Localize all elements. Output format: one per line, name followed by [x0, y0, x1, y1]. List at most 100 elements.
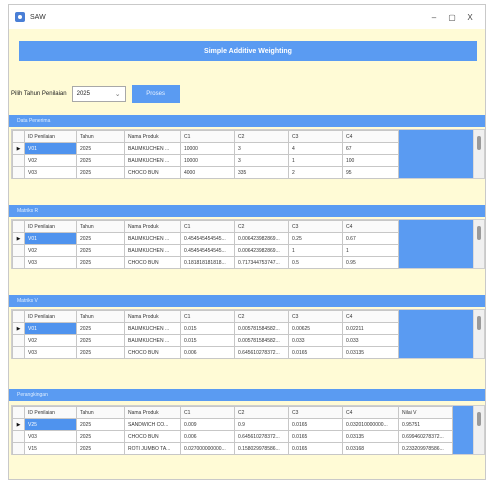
table-cell[interactable]: 0.158029978586...	[234, 442, 289, 455]
table-cell[interactable]: 2025	[76, 442, 125, 455]
table-row[interactable]: V03 2025 CHOCO BUN 0.181818181818... 0.71734…	[12, 256, 399, 269]
data-grid-matriks-r[interactable]: ID Penilaian Tahun Nama Produk C1 C2 C3 C4 ▶ V01…	[11, 219, 485, 269]
table-cell[interactable]: 2	[288, 166, 343, 179]
scrollbar-thumb[interactable]	[477, 136, 481, 150]
table-cell[interactable]: CHOCO BUN	[124, 346, 181, 359]
table-cell[interactable]: 2025	[76, 418, 125, 431]
row-header[interactable]	[12, 430, 25, 443]
table-cell[interactable]: 1	[288, 154, 343, 167]
table-row[interactable]: ▶ V01 2025 BAUMKUCHEN ... 10000 3 4 67	[12, 142, 399, 155]
table-cell[interactable]: 0.0165	[288, 442, 343, 455]
column-header[interactable]: C2	[234, 406, 289, 419]
table-cell[interactable]: V02	[24, 244, 77, 257]
row-header[interactable]	[12, 334, 25, 347]
column-header[interactable]: Nama Produk	[124, 130, 181, 143]
column-header[interactable]: ID Penilaian	[24, 130, 77, 143]
table-row[interactable]: V02 2025 BAUMKUCHEN ... 0.454545454545... 0.…	[12, 244, 399, 257]
table-cell[interactable]: CHOCO BUN	[124, 166, 181, 179]
maximize-button[interactable]: ▢	[443, 13, 461, 22]
table-row[interactable]: V03 2025 CHOCO BUN 0.006 0.645610278372... 0.…	[12, 346, 399, 359]
table-row[interactable]: ▶ V01 2025 BAUMKUCHEN ... 0.015 0.00578158458…	[12, 322, 399, 335]
table-cell[interactable]: 0.015	[180, 334, 235, 347]
column-header[interactable]: C2	[234, 130, 289, 143]
column-header[interactable]: ID Penilaian	[24, 310, 77, 323]
table-cell[interactable]: 2025	[76, 142, 125, 155]
column-header[interactable]: C1	[180, 220, 235, 233]
table-cell[interactable]: 2025	[76, 334, 125, 347]
table-cell[interactable]: 0.95751	[398, 418, 453, 431]
column-header[interactable]: C4	[342, 220, 399, 233]
table-cell[interactable]: 0.181818181818...	[180, 256, 235, 269]
column-header[interactable]: C2	[234, 220, 289, 233]
table-cell[interactable]: 0.006	[180, 430, 235, 443]
column-header[interactable]: C4	[342, 406, 399, 419]
row-header[interactable]: ▶	[12, 418, 25, 431]
scrollbar-thumb[interactable]	[477, 316, 481, 330]
column-header[interactable]: ID Penilaian	[24, 220, 77, 233]
row-header[interactable]: ▶	[12, 142, 25, 155]
table-cell[interactable]: 3	[234, 154, 289, 167]
column-header[interactable]: Tahun	[76, 310, 125, 323]
column-header[interactable]: C1	[180, 406, 235, 419]
table-cell[interactable]: 0.03135	[342, 430, 399, 443]
column-header[interactable]: C2	[234, 310, 289, 323]
table-cell[interactable]: 0.0165	[288, 346, 343, 359]
table-cell[interactable]: BAUMKUCHEN ...	[124, 244, 181, 257]
table-cell[interactable]: 0.95	[342, 256, 399, 269]
column-header[interactable]: C4	[342, 130, 399, 143]
table-cell[interactable]: BAUMKUCHEN ...	[124, 154, 181, 167]
vertical-scrollbar[interactable]	[473, 406, 484, 454]
table-row[interactable]: V03 2025 CHOCO BUN 4000 335 2 95	[12, 166, 399, 179]
column-header[interactable]: Tahun	[76, 220, 125, 233]
table-cell[interactable]: 0.67	[342, 232, 399, 245]
column-header[interactable]: Nilai V	[398, 406, 453, 419]
data-grid-data-penerima[interactable]: ID Penilaian Tahun Nama Produk C1 C2 C3 C4 ▶ V01…	[11, 129, 485, 179]
table-cell[interactable]: 0.027000000000...	[180, 442, 235, 455]
row-header[interactable]: ▶	[12, 232, 25, 245]
table-cell[interactable]: 0.645610278372...	[234, 346, 289, 359]
table-cell[interactable]: BAUMKUCHEN ...	[124, 334, 181, 347]
table-cell[interactable]: 0.454545454545...	[180, 232, 235, 245]
table-cell[interactable]: 4000	[180, 166, 235, 179]
table-row[interactable]: V02 2025 BAUMKUCHEN ... 0.015 0.005781584582…	[12, 334, 399, 347]
column-header[interactable]: C1	[180, 310, 235, 323]
table-cell[interactable]: 0.233209978586...	[398, 442, 453, 455]
table-row[interactable]: V02 2025 BAUMKUCHEN ... 10000 3 1 100	[12, 154, 399, 167]
column-header[interactable]: C3	[288, 220, 343, 233]
table-cell[interactable]: V03	[24, 256, 77, 269]
table-row[interactable]: V03 2025 CHOCO BUN 0.006 0.645610278372... 0.…	[12, 430, 453, 443]
table-cell[interactable]: CHOCO BUN	[124, 256, 181, 269]
table-cell[interactable]: 2025	[76, 244, 125, 257]
table-cell[interactable]: CHOCO BUN	[124, 430, 181, 443]
column-header[interactable]: Tahun	[76, 130, 125, 143]
table-cell[interactable]: 1	[342, 244, 399, 257]
table-cell[interactable]: 3	[234, 142, 289, 155]
table-cell[interactable]: 0.009	[180, 418, 235, 431]
table-cell[interactable]: V02	[24, 154, 77, 167]
row-header[interactable]	[12, 346, 25, 359]
table-cell[interactable]: 0.033	[342, 334, 399, 347]
table-cell[interactable]: 2025	[76, 232, 125, 245]
data-grid-perangkingan[interactable]: ID Penilaian Tahun Nama Produk C1 C2 C3 C4 Nila…	[11, 405, 485, 455]
table-cell[interactable]: 0.25	[288, 232, 343, 245]
table-cell[interactable]: 0.005781584582...	[234, 334, 289, 347]
column-header[interactable]: C1	[180, 130, 235, 143]
column-header[interactable]: C4	[342, 310, 399, 323]
table-cell[interactable]: 2025	[76, 430, 125, 443]
column-header[interactable]: C3	[288, 406, 343, 419]
table-cell[interactable]: 1	[288, 244, 343, 257]
column-header[interactable]: Tahun	[76, 406, 125, 419]
row-header[interactable]: ▶	[12, 322, 25, 335]
minimize-button[interactable]: –	[425, 13, 443, 22]
table-cell[interactable]: 95	[342, 166, 399, 179]
column-header[interactable]: Nama Produk	[124, 406, 181, 419]
column-header[interactable]: ID Penilaian	[24, 406, 77, 419]
close-button[interactable]: X	[461, 13, 479, 22]
table-cell[interactable]: 100	[342, 154, 399, 167]
table-cell[interactable]: 67	[342, 142, 399, 155]
scrollbar-thumb[interactable]	[477, 412, 481, 426]
table-cell[interactable]: V02	[24, 334, 77, 347]
table-cell[interactable]: 4	[288, 142, 343, 155]
table-cell[interactable]: 0.005781584582...	[234, 322, 289, 335]
table-cell[interactable]: 10000	[180, 154, 235, 167]
